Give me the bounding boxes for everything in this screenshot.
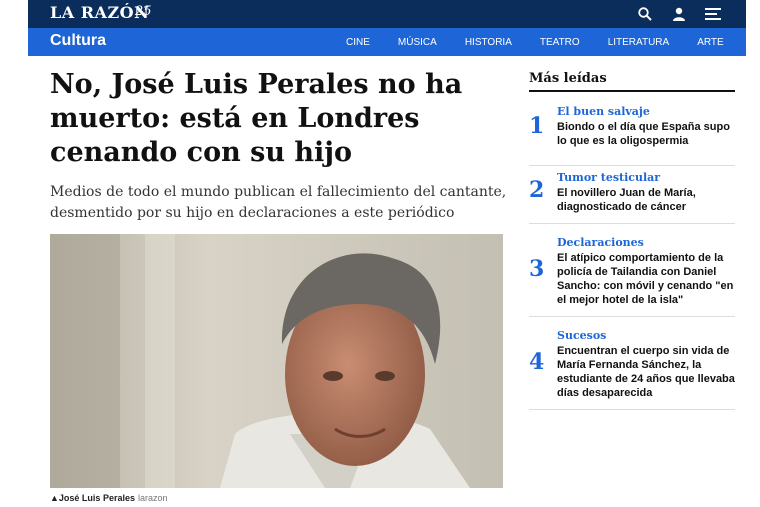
- most-read-item[interactable]: 2 Tumor testicular El novillero Juan de …: [529, 171, 735, 224]
- nav-toros[interactable]: TORO ›: [752, 37, 760, 48]
- nav-teatro[interactable]: TEATRO: [540, 37, 580, 48]
- caption-credit: larazon: [137, 493, 168, 503]
- caption-name: José Luis Perales: [58, 493, 135, 503]
- most-read-number: 3: [529, 256, 545, 282]
- section-nav: CINE MÚSICA HISTORIA TEATRO LITERATURA A…: [346, 28, 760, 56]
- most-read-item[interactable]: 1 El buen salvaje Biondo o el día que Es…: [529, 105, 735, 166]
- most-read-kicker[interactable]: Declaraciones: [557, 236, 644, 249]
- nav-cine[interactable]: CINE: [346, 37, 370, 48]
- nav-toros-label: TORO: [751, 36, 760, 48]
- top-icons: [636, 5, 722, 23]
- most-read-number: 1: [529, 113, 545, 139]
- section-bar: Cultura CINE MÚSICA HISTORIA TEATRO LITE…: [28, 28, 760, 56]
- most-read-kicker[interactable]: El buen salvaje: [557, 105, 650, 118]
- top-bar: LA RAZÓN 25: [28, 0, 746, 28]
- most-read-link[interactable]: Biondo o el día que España supo lo que e…: [557, 120, 737, 148]
- photo-caption: ▲José Luis Perales larazon: [50, 493, 168, 503]
- most-read-link[interactable]: Encuentran el cuerpo sin vida de María F…: [557, 344, 737, 400]
- nav-musica[interactable]: MÚSICA: [398, 37, 437, 48]
- nav-arte[interactable]: ARTE: [697, 37, 724, 48]
- most-read-kicker[interactable]: Sucesos: [557, 329, 606, 342]
- article-photo: [50, 234, 503, 488]
- anniversary-badge: 25: [135, 4, 152, 19]
- most-read-item[interactable]: 3 Declaraciones El atípico comportamient…: [529, 236, 735, 317]
- user-icon[interactable]: [670, 5, 688, 23]
- most-read-kicker[interactable]: Tumor testicular: [557, 171, 660, 184]
- most-read-link[interactable]: El novillero Juan de María, diagnosticad…: [557, 186, 737, 214]
- section-title[interactable]: Cultura: [50, 32, 106, 50]
- most-read-item[interactable]: 4 Sucesos Encuentran el cuerpo sin vida …: [529, 329, 735, 410]
- menu-icon[interactable]: [704, 5, 722, 23]
- caption-triangle-icon: ▲: [50, 493, 59, 503]
- nav-historia[interactable]: HISTORIA: [465, 37, 512, 48]
- most-read-number: 4: [529, 349, 545, 375]
- search-icon[interactable]: [636, 5, 654, 23]
- most-read-link[interactable]: El atípico comportamiento de la policía …: [557, 251, 737, 307]
- nav-literatura[interactable]: LITERATURA: [608, 37, 670, 48]
- article-subhead: Medios de todo el mundo publican el fall…: [50, 184, 507, 221]
- article-headline: No, José Luis Perales no ha muerto: está…: [50, 69, 463, 168]
- most-read-title: Más leídas: [529, 71, 735, 92]
- most-read-number: 2: [529, 177, 545, 203]
